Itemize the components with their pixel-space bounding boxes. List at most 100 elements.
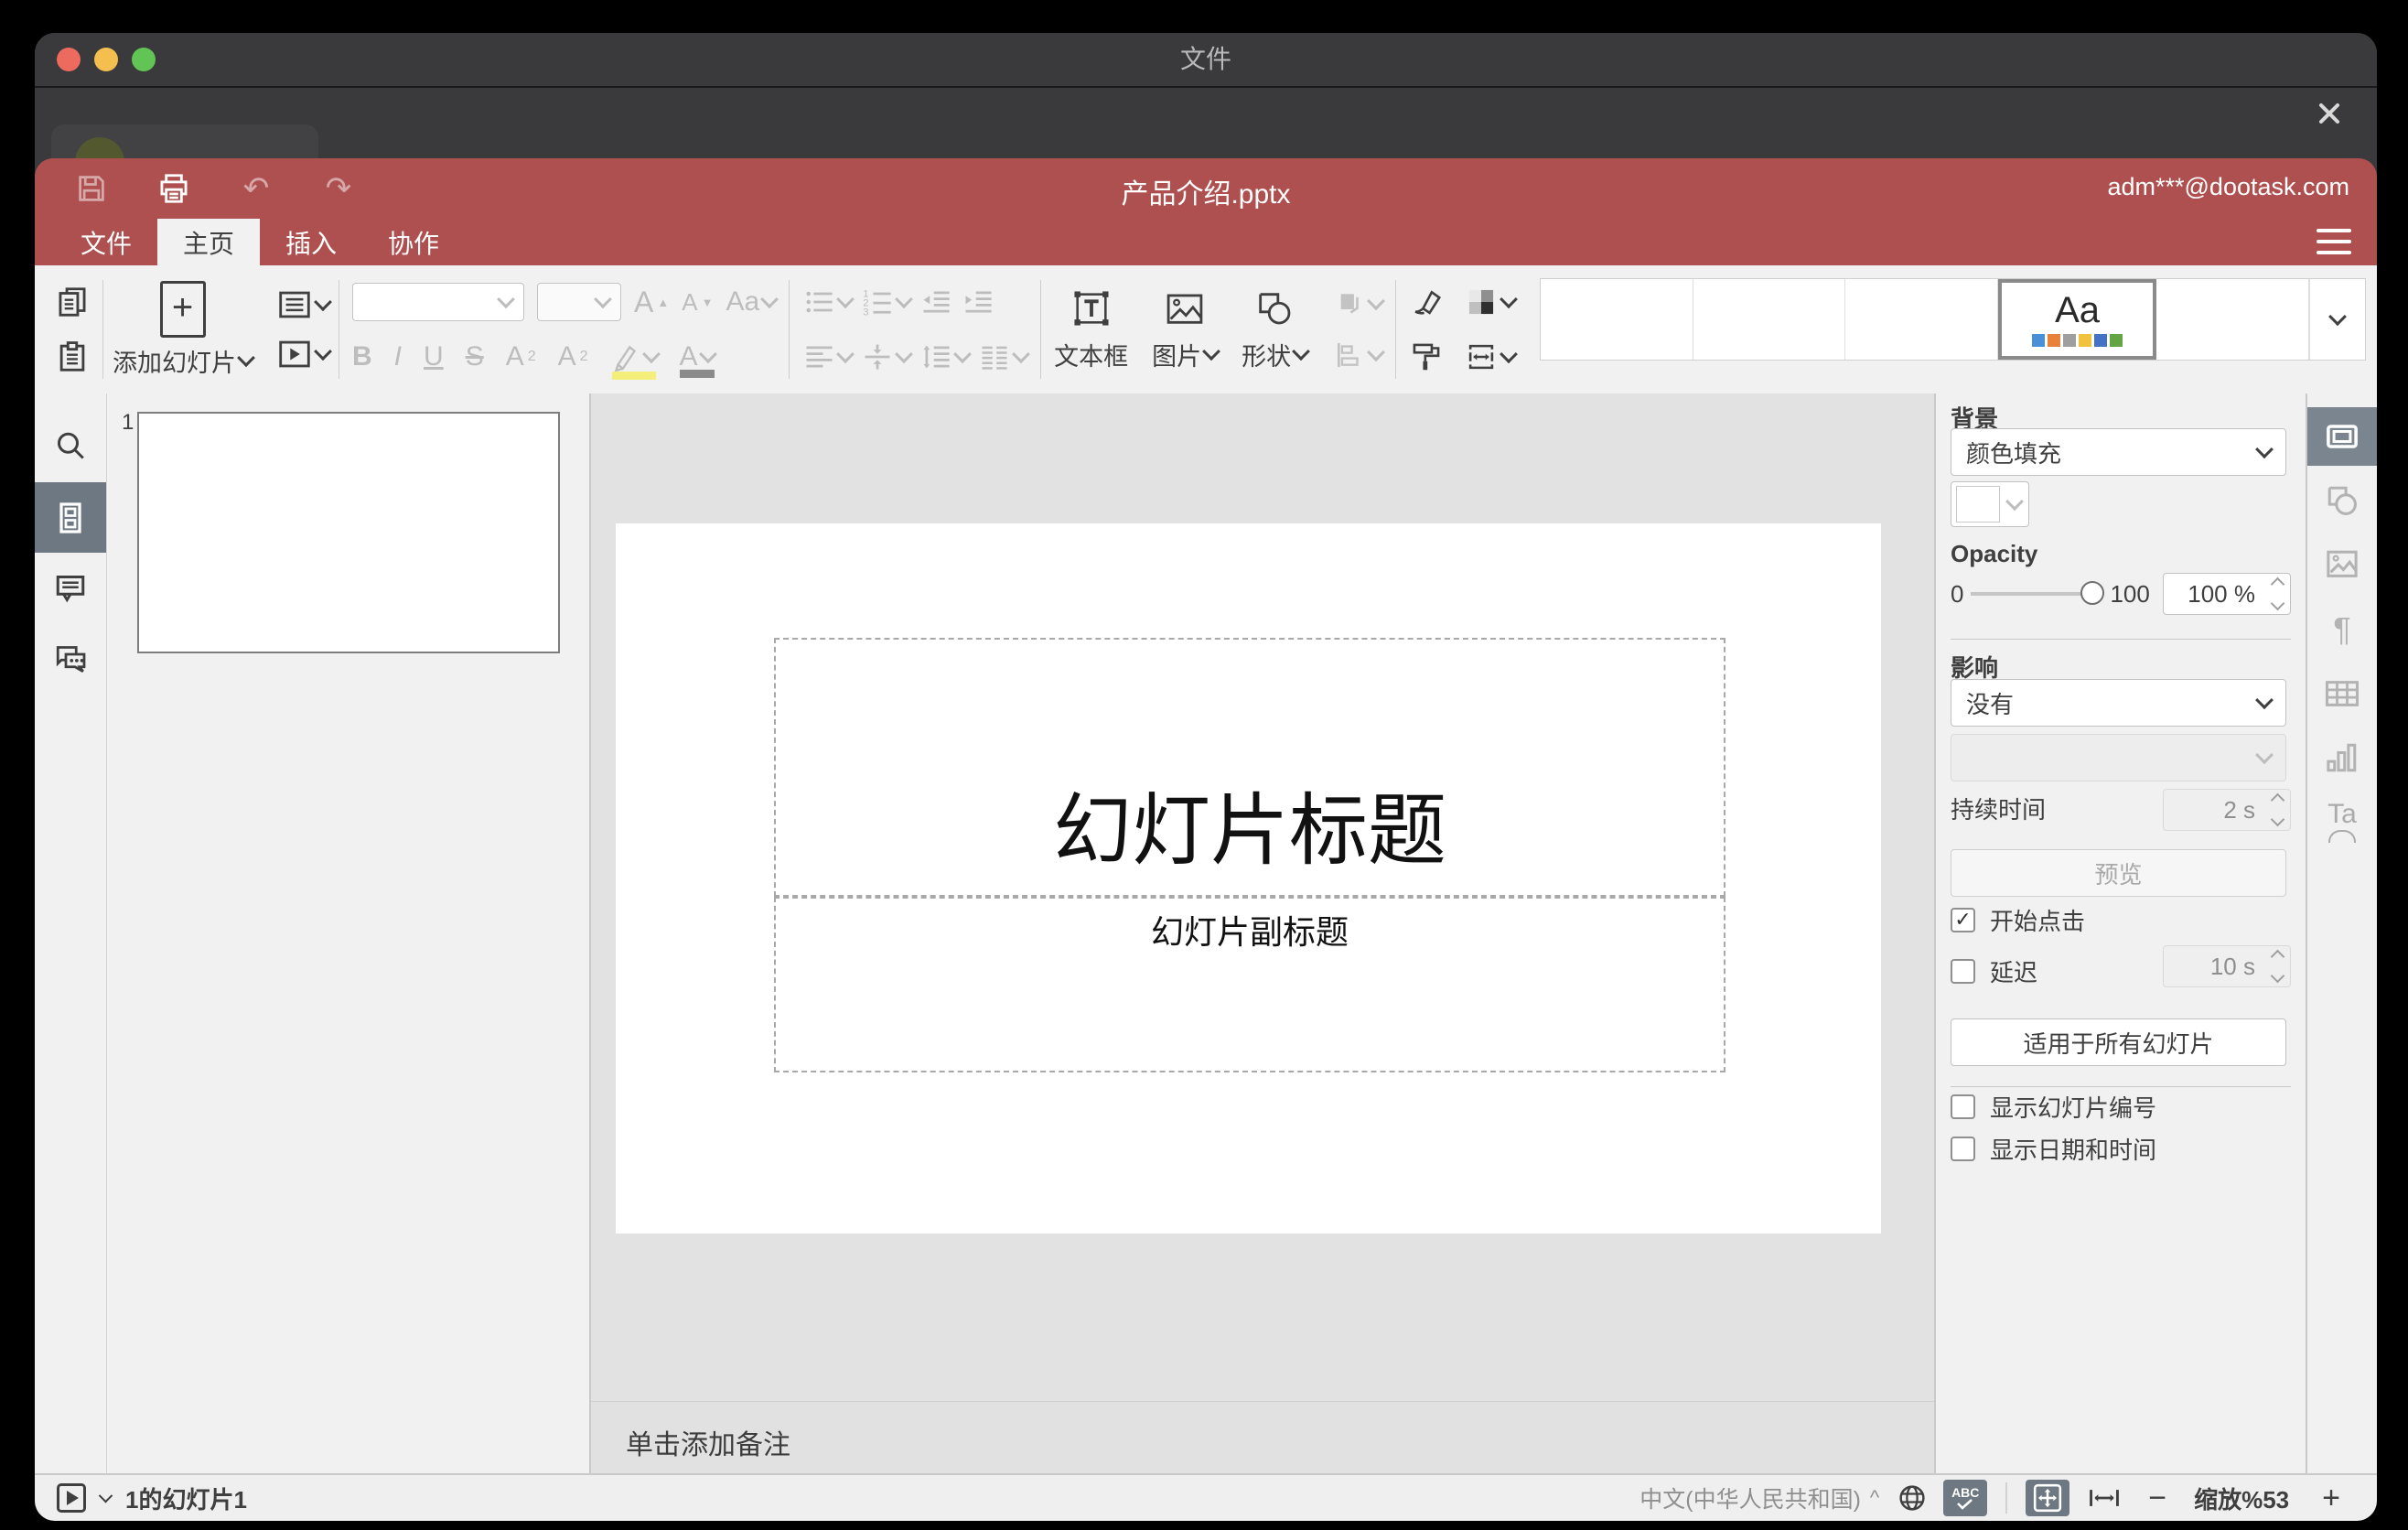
fit-to-slide-button[interactable] xyxy=(2026,1480,2070,1516)
subscript-button[interactable]: A2 xyxy=(558,343,588,371)
theme-item[interactable] xyxy=(1541,279,1693,360)
columns-button[interactable] xyxy=(978,340,1031,373)
theme-item-selected[interactable]: Aa xyxy=(1997,279,2157,360)
spinner-arrows[interactable] xyxy=(2270,792,2285,827)
copy-button[interactable] xyxy=(55,285,90,319)
arrange-button[interactable] xyxy=(1331,286,1386,321)
bullet-list-button[interactable] xyxy=(802,286,855,318)
add-slide-button[interactable]: + xyxy=(159,280,206,338)
table-settings-tab[interactable] xyxy=(2307,664,2377,723)
fill-type-select[interactable]: 颜色填充 xyxy=(1951,428,2286,476)
sidebar-slides-button[interactable] xyxy=(35,482,106,553)
tab-home[interactable]: 主页 xyxy=(157,219,261,265)
textart-settings-tab[interactable]: Ta xyxy=(2307,792,2377,851)
horizontal-align-button[interactable] xyxy=(802,340,855,373)
bold-button[interactable]: B xyxy=(352,343,372,371)
tab-collaboration[interactable]: 协作 xyxy=(362,219,465,265)
underline-button[interactable]: U xyxy=(424,343,444,371)
slide-canvas[interactable]: 幻灯片标题 幻灯片副标题 xyxy=(616,523,1881,1234)
subtitle-placeholder[interactable]: 幻灯片副标题 xyxy=(774,897,1725,1072)
image-label-button[interactable]: 图片 xyxy=(1152,337,1221,372)
sidebar-chat-button[interactable] xyxy=(35,623,106,694)
shape-label-button[interactable]: 形状 xyxy=(1242,337,1311,372)
slide-settings-tab[interactable] xyxy=(2307,407,2377,466)
decrease-indent-button[interactable] xyxy=(919,286,952,318)
opacity-label: Opacity xyxy=(1951,540,2038,567)
spinner-arrows[interactable] xyxy=(2270,949,2285,984)
slide-layout-button[interactable] xyxy=(276,287,332,322)
theme-item[interactable] xyxy=(1845,279,1998,360)
preview-button[interactable]: 预览 xyxy=(1951,849,2286,897)
effect-type-select[interactable] xyxy=(1951,734,2286,781)
highlight-color-swatch xyxy=(611,372,656,380)
highlight-color-button[interactable] xyxy=(610,341,661,380)
fit-to-width-button[interactable] xyxy=(2086,1482,2123,1514)
theme-item[interactable] xyxy=(2156,279,2309,360)
menu-button[interactable] xyxy=(2317,229,2351,254)
spinner-arrows[interactable] xyxy=(2270,576,2285,611)
chevron-down-icon[interactable] xyxy=(98,1488,113,1503)
title-placeholder[interactable]: 幻灯片标题 xyxy=(774,638,1725,897)
opacity-slider-knob[interactable] xyxy=(2080,581,2105,605)
image-label: 图片 xyxy=(1152,342,1202,371)
copy-style-button[interactable] xyxy=(1409,339,1444,374)
slides-panel-icon xyxy=(59,501,81,533)
opacity-slider[interactable] xyxy=(1971,581,2105,605)
font-size-combo[interactable] xyxy=(537,283,621,321)
status-bar: 1的幻灯片1 中文(中华人民共和国) ^ ABC − 缩放%53 + xyxy=(35,1473,2377,1521)
opacity-input[interactable]: 100 % xyxy=(2163,573,2291,615)
tab-insert[interactable]: 插入 xyxy=(260,219,362,265)
start-slideshow-button[interactable] xyxy=(276,337,332,372)
insert-shape-button[interactable] xyxy=(1253,287,1295,329)
shape-settings-tab[interactable] xyxy=(2307,471,2377,530)
zoom-out-button[interactable]: − xyxy=(2148,1482,2166,1514)
chart-settings-icon xyxy=(2327,743,2357,772)
paste-button[interactable] xyxy=(55,339,90,374)
slide-thumbnail[interactable] xyxy=(137,412,560,653)
image-settings-tab[interactable] xyxy=(2307,535,2377,594)
numbered-list-button[interactable]: 1 2 3 xyxy=(861,286,914,318)
line-spacing-button[interactable] xyxy=(919,340,973,373)
theme-gallery-expand-button[interactable] xyxy=(2308,279,2365,360)
apply-to-all-button[interactable]: 适用于所有幻灯片 xyxy=(1951,1018,2286,1066)
show-slide-number-checkbox[interactable] xyxy=(1951,1094,1975,1119)
fill-color-picker[interactable] xyxy=(1951,481,2029,527)
close-editor-button[interactable] xyxy=(2309,93,2349,134)
effect-select[interactable]: 没有 xyxy=(1951,679,2286,727)
change-color-scheme-button[interactable] xyxy=(1464,285,1519,319)
strikeout-button[interactable]: S xyxy=(466,343,484,371)
theme-item[interactable] xyxy=(1693,279,1846,360)
sidebar-comments-button[interactable] xyxy=(35,553,106,623)
shape-align-button[interactable] xyxy=(1331,338,1386,372)
change-case-button[interactable]: Aa xyxy=(726,288,779,316)
superscript-button[interactable]: A2 xyxy=(506,343,536,371)
delay-checkbox[interactable] xyxy=(1951,958,1975,984)
start-on-click-checkbox[interactable]: ✓ xyxy=(1951,907,1975,932)
add-slide-label-button[interactable]: 添加幻灯片 xyxy=(113,343,255,379)
font-color-button[interactable]: A xyxy=(679,343,717,378)
notes-area[interactable]: 单击添加备注 xyxy=(591,1401,1934,1476)
delay-input[interactable]: 10 s xyxy=(2163,945,2291,987)
zoom-level-label[interactable]: 缩放%53 xyxy=(2194,1482,2289,1515)
paragraph-settings-tab[interactable]: ¶ xyxy=(2307,600,2377,659)
tab-file[interactable]: 文件 xyxy=(55,219,157,265)
insert-textbox-button[interactable] xyxy=(1070,287,1113,329)
decrease-font-button[interactable]: A ▼ xyxy=(682,290,713,314)
language-selector[interactable]: 中文(中华人民共和国) xyxy=(1639,1482,1861,1514)
set-language-button[interactable] xyxy=(1896,1482,1929,1514)
spellcheck-button[interactable]: ABC xyxy=(1943,1480,1988,1516)
duration-input[interactable]: 2 s xyxy=(2163,789,2291,831)
italic-button[interactable]: I xyxy=(394,343,402,371)
slide-size-button[interactable] xyxy=(1464,339,1519,374)
chart-settings-tab[interactable] xyxy=(2307,728,2377,787)
increase-indent-button[interactable] xyxy=(962,286,994,318)
insert-image-button[interactable] xyxy=(1164,287,1206,329)
increase-font-button[interactable]: A ▲ xyxy=(634,287,669,317)
zoom-in-button[interactable]: + xyxy=(2322,1482,2340,1514)
reset-slide-button[interactable] xyxy=(1409,285,1444,319)
vertical-align-button[interactable] xyxy=(861,340,914,373)
sidebar-search-button[interactable] xyxy=(35,411,106,481)
show-date-checkbox[interactable] xyxy=(1951,1136,1975,1161)
font-name-combo[interactable] xyxy=(352,283,524,321)
start-slideshow-status-button[interactable] xyxy=(57,1483,86,1513)
